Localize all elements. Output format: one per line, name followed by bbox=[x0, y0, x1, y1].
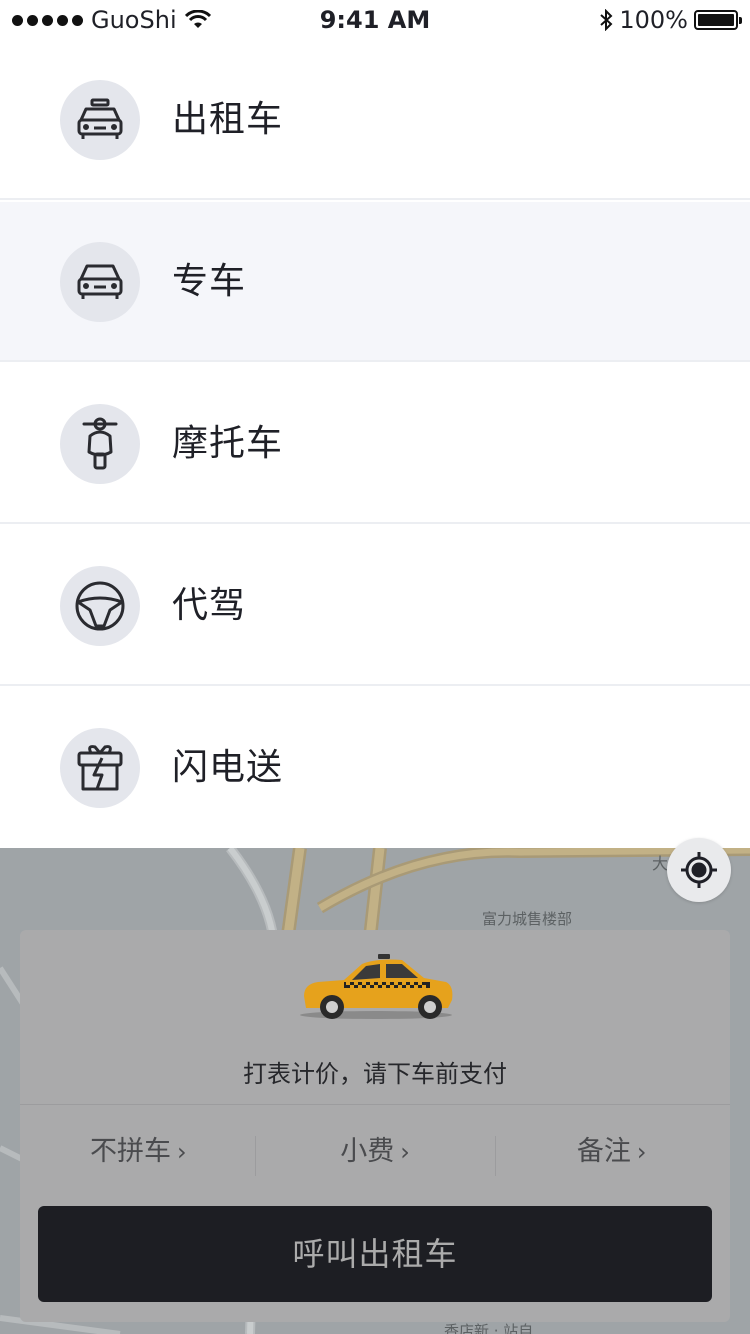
note-option[interactable]: 备注 › bbox=[493, 1126, 730, 1178]
chevron-right-icon: › bbox=[636, 1138, 647, 1166]
map-poi-label: 香店新 · 站自 bbox=[444, 1322, 534, 1334]
menu-item-label: 闪电送 bbox=[172, 747, 284, 788]
taxi-car-image bbox=[300, 954, 453, 1019]
crosshair-icon bbox=[681, 852, 717, 888]
tip-option[interactable]: 小费 › bbox=[257, 1126, 494, 1178]
menu-item-motorcycle[interactable]: 摩托车 bbox=[0, 364, 750, 524]
scooter-icon bbox=[60, 404, 140, 484]
locate-button[interactable] bbox=[667, 838, 731, 902]
menu-item-premium-car[interactable]: 专车 bbox=[0, 202, 750, 362]
menu-item-taxi[interactable]: 出租车 bbox=[0, 40, 750, 200]
fare-info-text: 打表计价，请下车前支付 bbox=[243, 1060, 507, 1088]
option-label: 备注 bbox=[576, 1136, 631, 1167]
option-label: 小费 bbox=[340, 1136, 395, 1167]
option-separator bbox=[495, 1136, 496, 1176]
map-poi-label: 大 bbox=[652, 854, 669, 873]
menu-item-flash-delivery[interactable]: 闪电送 bbox=[0, 688, 750, 848]
status-right: 100% bbox=[599, 6, 742, 34]
chevron-right-icon: › bbox=[400, 1138, 410, 1166]
chevron-right-icon: › bbox=[177, 1138, 187, 1166]
battery-percent: 100% bbox=[619, 6, 688, 34]
steering-wheel-icon bbox=[60, 566, 140, 646]
menu-item-label: 专车 bbox=[172, 261, 247, 302]
option-separator bbox=[255, 1136, 256, 1176]
menu-item-label: 摩托车 bbox=[172, 423, 284, 464]
map-poi-label: 富力城售楼部 bbox=[482, 910, 573, 928]
lightning-delivery-icon bbox=[60, 728, 140, 808]
battery-fill bbox=[698, 14, 734, 26]
service-menu: 出租车 专车 摩托车 代驾 闪电送 bbox=[0, 40, 750, 848]
ride-options: 不拼车 › 小费 › 备注 › bbox=[20, 1126, 730, 1178]
menu-item-label: 出租车 bbox=[172, 99, 284, 140]
card-divider bbox=[20, 1104, 730, 1105]
taxi-icon bbox=[60, 80, 140, 160]
menu-item-label: 代驾 bbox=[172, 585, 247, 626]
option-label: 不拼车 bbox=[90, 1136, 172, 1167]
menu-item-designated-driver[interactable]: 代驾 bbox=[0, 526, 750, 686]
no-carpool-option[interactable]: 不拼车 › bbox=[20, 1126, 257, 1178]
bluetooth-icon bbox=[600, 9, 613, 31]
status-bar: GuoShi 9:41 AM 100% bbox=[0, 0, 750, 40]
order-card: 打表计价，请下车前支付 不拼车 › 小费 › 备注 › 呼叫出租车 bbox=[20, 930, 730, 1322]
car-icon bbox=[60, 242, 140, 322]
call-taxi-button[interactable]: 呼叫出租车 bbox=[38, 1206, 712, 1302]
battery-icon bbox=[694, 10, 742, 30]
